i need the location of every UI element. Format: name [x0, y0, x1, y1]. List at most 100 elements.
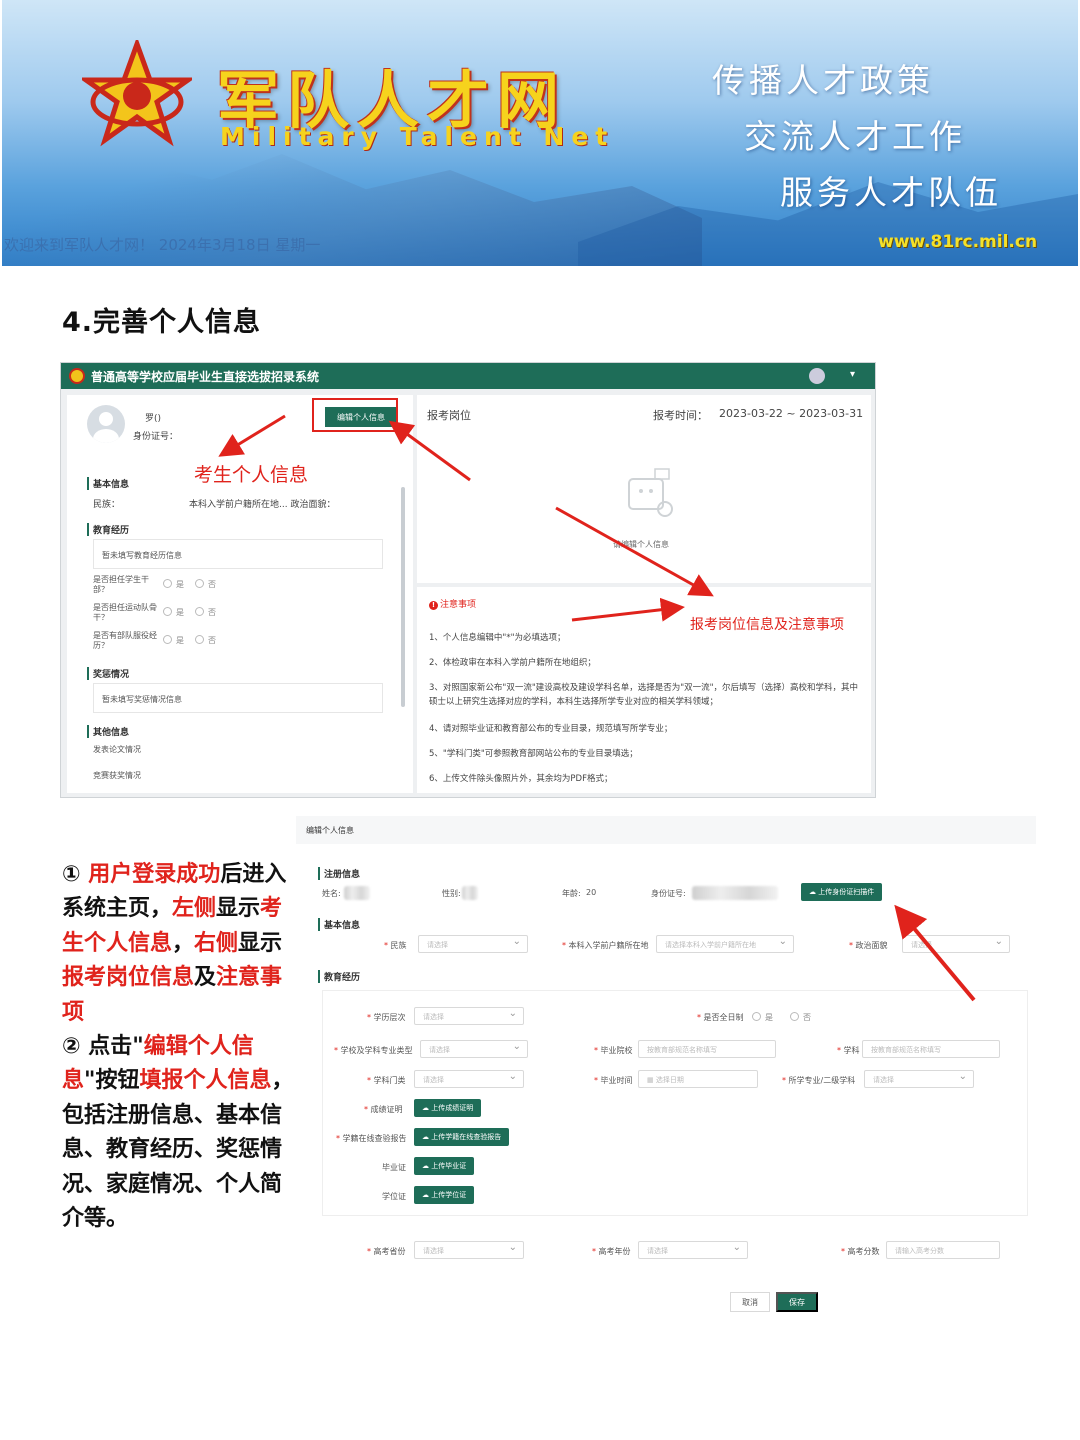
step1-comma: ， [172, 930, 195, 956]
chevron-down-icon[interactable]: ▾ [850, 369, 855, 380]
empty-state-icon [628, 468, 673, 517]
form-political-label: 政治面貌 [849, 940, 888, 951]
form-degree-label: 学位证 [382, 1192, 406, 1201]
system-topbar: 普通高等学校应届毕业生直接选拔招录系统 ▾ [61, 363, 875, 389]
empty-hint: 请编辑个人信息 [613, 540, 669, 549]
system-title: 普通高等学校应届毕业生直接选拔招录系统 [91, 369, 320, 384]
avatar [87, 405, 125, 443]
major-select[interactable]: 请选择 [864, 1070, 974, 1088]
ethnic-field: 民族： [93, 500, 121, 510]
subject-input[interactable]: 按教育部规范名称填写 [862, 1040, 1000, 1058]
awards-empty-row: 暂未填写奖惩情况信息 [93, 683, 383, 713]
level-select[interactable]: 请选择 [414, 1007, 524, 1025]
form-ethnic-label: 民族 [384, 940, 407, 951]
radio-no[interactable]: 否 [195, 607, 216, 618]
gk-year-select[interactable]: 请选择 [638, 1241, 748, 1259]
edit-button-highlight [312, 398, 398, 432]
education-empty-row: 暂未填写教育经历信息 [93, 539, 383, 569]
step1-login-success: 用户登录成功 [88, 862, 221, 887]
question-military-service: 是否有部队服役经历？ [93, 631, 157, 650]
upload-id-button[interactable]: 上传身份证扫描件 [801, 883, 883, 901]
radio-yes[interactable]: 是 [163, 635, 184, 646]
form-diploma-label: 毕业证 [382, 1163, 406, 1172]
apply-time-label: 报考时间： [653, 409, 708, 422]
form-gender-label: 性别: [442, 889, 461, 898]
radio-yes[interactable]: 是 [163, 579, 184, 590]
form-name-blurred [344, 886, 370, 900]
calendar-icon: ▦ [647, 1076, 656, 1084]
school-type-select[interactable]: 请选择 [420, 1040, 528, 1058]
school-input[interactable]: 按教育部规范名称填写 [638, 1040, 776, 1058]
form-fulltime-label: 是否全日制 [697, 1012, 744, 1023]
question-student-cadre: 是否担任学生干部？ [93, 575, 149, 594]
position-heading: 报考岗位 [427, 409, 471, 422]
system-emblem-icon [69, 368, 85, 384]
step1-right: 右侧 [194, 930, 239, 956]
step2-fill: 填报个人信息 [139, 1068, 272, 1094]
upload-diploma-button[interactable]: 上传毕业证 [414, 1157, 475, 1175]
annotation-profile: 考生个人信息 [194, 464, 309, 486]
gk-province-select[interactable]: 请选择 [414, 1241, 524, 1259]
section-title: 4.完善个人信息 [62, 307, 262, 338]
other-info-heading: 其他信息 [87, 725, 129, 738]
form-reg-heading: 注册信息 [318, 867, 360, 880]
step1-show2: 显示 [238, 930, 283, 956]
grad-time-picker[interactable]: ▦ 选择日期 [638, 1070, 758, 1088]
ethnic-select[interactable]: 请选择 [418, 935, 528, 953]
step1-position: 报考岗位信息 [62, 965, 195, 991]
form-xuexin-label: 学籍在线查验报告 [336, 1133, 407, 1144]
notice-item-5: 5、"学科门类"可参照教育部网站公布的专业目录填选； [429, 749, 638, 759]
welcome-date-text: 欢迎来到军队人才网！ 2024年3月18日 星期一 [4, 236, 321, 254]
site-banner: 军队人才网 Military Talent Net 传播人才政策 交流人才工作 … [2, 0, 1078, 266]
form-level-label: 学历层次 [367, 1012, 406, 1023]
profile-panel: 罗() 身份证号： 编辑个人信息 基本信息 民族： 本科入学前户籍所在地... … [67, 395, 413, 793]
profile-name: 罗() [145, 414, 162, 424]
form-education-heading: 教育经历 [318, 970, 360, 983]
logo-english-title: Military Talent Net [220, 122, 615, 151]
site-url[interactable]: www.81rc.mil.cn [878, 232, 1037, 252]
form-age-label: 年龄: [562, 889, 581, 898]
form-hukou-label: 本科入学前户籍所在地 [562, 940, 649, 951]
form-header: 编辑个人信息 [296, 816, 1036, 844]
fulltime-yes-radio[interactable]: 是 [752, 1012, 773, 1023]
competition-label: 竞赛获奖情况 [93, 771, 141, 780]
user-avatar-icon[interactable] [809, 368, 825, 384]
fulltime-no-radio[interactable]: 否 [790, 1012, 811, 1023]
form-age-value: 20 [586, 888, 597, 897]
radio-yes[interactable]: 是 [163, 607, 184, 618]
system-home-screenshot: 普通高等学校应届毕业生直接选拔招录系统 ▾ 罗() 身份证号： 编辑个人信息 基… [60, 362, 876, 798]
star-emblem-icon [82, 40, 192, 147]
form-grad-time-label: 毕业时间 [594, 1075, 633, 1086]
step1-and: 及 [194, 965, 217, 991]
form-gender-blurred [462, 886, 478, 900]
save-button[interactable]: 保存 [776, 1292, 818, 1312]
step2-button: "按钮 [84, 1068, 140, 1094]
form-name-label: 姓名: [322, 889, 341, 898]
slogan-line-2: 交流人才工作 [744, 117, 966, 156]
slogan-line-1: 传播人才政策 [712, 61, 934, 100]
position-panel: 报考岗位 报考时间： 2023-03-22 ~ 2023-03-31 请编辑个人… [417, 395, 871, 583]
papers-label: 发表论文情况 [93, 745, 141, 754]
step1-show: 显示 [216, 896, 261, 922]
apply-time-value: 2023-03-22 ~ 2023-03-31 [719, 407, 864, 420]
radio-no[interactable]: 否 [195, 579, 216, 590]
profile-scrollbar[interactable] [401, 487, 405, 707]
form-id-blurred [692, 886, 778, 900]
cancel-button[interactable]: 取消 [730, 1292, 770, 1312]
gk-score-input[interactable]: 请输入高考分数 [886, 1241, 1000, 1259]
radio-no[interactable]: 否 [195, 635, 216, 646]
political-select[interactable]: 请选择 [902, 935, 1010, 953]
upload-xuexin-button[interactable]: 上传学籍在线查验报告 [414, 1128, 510, 1146]
instructions-text: ① 用户登录成功后进入系统主页，左侧显示考生个人信息，右侧显示报考岗位信息及注意… [62, 858, 302, 1236]
step1-left: 左侧 [172, 896, 217, 922]
slogan-line-3: 服务人才队伍 [780, 173, 1002, 212]
hukou-select[interactable]: 请选择本科入学前户籍所在地 [656, 935, 794, 953]
upload-transcript-button[interactable]: 上传成绩证明 [414, 1099, 482, 1117]
basic-info-heading: 基本信息 [87, 477, 129, 490]
grad-time-placeholder: 选择日期 [655, 1076, 684, 1084]
category-select[interactable]: 请选择 [414, 1070, 524, 1088]
upload-degree-button[interactable]: 上传学位证 [414, 1186, 475, 1204]
notice-item-2: 2、体检政审在本科入学前户籍所在地组织； [429, 658, 596, 668]
notice-item-3: 3、对照国家新公布"双一流"建设高校及建设学科名单，选择是否为"双一流"，尔后填… [429, 683, 859, 707]
hukou-political-field: 本科入学前户籍所在地... 政治面貌： [189, 500, 336, 510]
